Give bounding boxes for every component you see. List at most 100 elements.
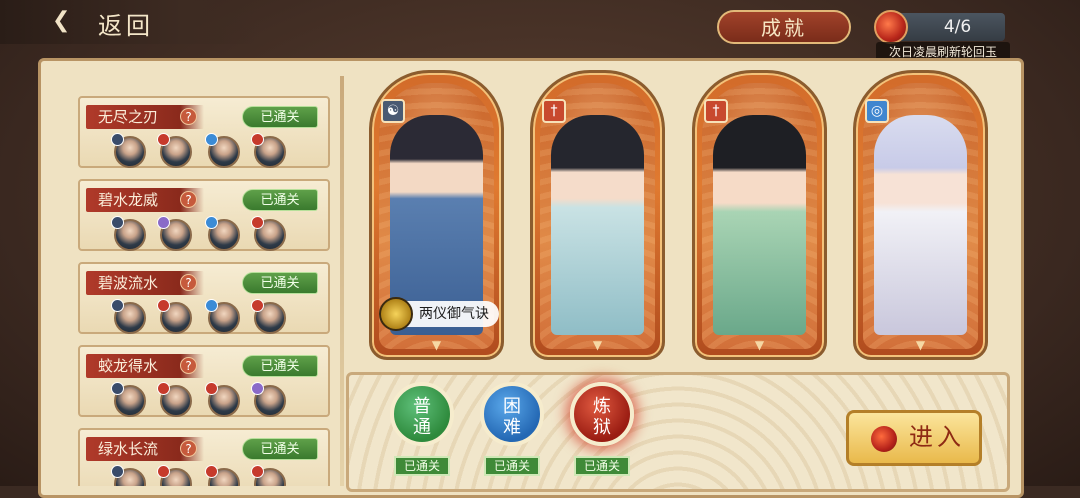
stage-lineup — [111, 465, 324, 486]
stage-cleared-badge: 已通关 — [242, 106, 318, 128]
hero-card[interactable]: ◎ ▼ — [853, 70, 988, 360]
achievement-button[interactable]: 成就 — [717, 10, 851, 44]
hero-portrait-silver-hair — [874, 115, 967, 335]
hero-avatar — [205, 133, 240, 168]
difficulty-hard-button[interactable]: 困 难 — [480, 382, 544, 446]
hero-avatar — [251, 382, 286, 417]
hero-avatar — [205, 216, 240, 251]
water-swirl-icon: ◎ — [865, 99, 889, 123]
help-icon[interactable]: ? — [180, 191, 197, 208]
help-icon[interactable]: ? — [180, 274, 197, 291]
sword-icon — [205, 382, 218, 395]
spiral-icon — [251, 382, 264, 395]
chevron-down-icon: ▼ — [431, 338, 442, 352]
difficulty-label-top: 普 — [413, 396, 431, 417]
hero-card[interactable]: † ▼ — [530, 70, 665, 360]
hero-avatar — [251, 465, 286, 486]
stage-lineup — [111, 133, 324, 168]
taiji-icon: ☯ — [381, 99, 405, 123]
taiji-icon — [111, 382, 124, 395]
stage-item[interactable]: 蛟龙得水 ? 已通关 — [78, 345, 330, 417]
sword-icon — [157, 465, 170, 478]
reincarnation-jade-icon — [871, 426, 897, 452]
hero-avatar — [157, 465, 192, 486]
back-arrow-swirl-icon[interactable]: ❮ — [52, 8, 88, 34]
skill-tag[interactable]: 两仪御气诀 — [379, 297, 499, 331]
hero-avatar — [251, 133, 286, 168]
stage-item[interactable]: 绿水长流 ? 已通关 — [78, 428, 330, 486]
skill-scroll-icon — [379, 297, 413, 331]
water-swirl-icon — [205, 216, 218, 229]
stage-lineup — [111, 216, 324, 251]
help-icon[interactable]: ? — [180, 108, 197, 125]
difficulty-cleared-badge: 已通关 — [394, 456, 450, 476]
sword-icon — [251, 216, 264, 229]
difficulty-label-bottom: 难 — [503, 417, 521, 438]
stage-lineup — [111, 299, 324, 334]
stage-item[interactable]: 碧波流水 ? 已通关 — [78, 262, 330, 334]
taiji-icon — [111, 465, 124, 478]
hero-avatar — [111, 216, 146, 251]
difficulty-cleared-badge: 已通关 — [484, 456, 540, 476]
stage-list[interactable]: 无尽之刃 ? 已通关 碧水龙威 ? 已通关 碧波流水 ? 已通关 蛟龙得水 ? … — [78, 86, 330, 486]
skill-name: 两仪御气诀 — [419, 306, 489, 322]
difficulty-normal-button[interactable]: 普 通 — [390, 382, 454, 446]
stage-cleared-badge: 已通关 — [242, 438, 318, 460]
stage-cleared-badge: 已通关 — [242, 272, 318, 294]
hero-card[interactable]: † ▼ — [692, 70, 827, 360]
water-swirl-icon — [205, 299, 218, 312]
enter-button[interactable]: 进入 — [846, 410, 982, 466]
taiji-icon — [111, 216, 124, 229]
hero-avatar — [205, 382, 240, 417]
reincarnation-jade-icon — [874, 10, 908, 44]
back-button[interactable]: ❮ 返回 — [0, 0, 260, 44]
difficulty-label-top: 炼 — [593, 396, 611, 417]
stage-lineup — [111, 382, 324, 417]
water-swirl-icon — [205, 133, 218, 146]
difficulty-label-top: 困 — [503, 396, 521, 417]
sword-icon: † — [542, 99, 566, 123]
hero-portrait-maiden — [551, 115, 644, 335]
back-label[interactable]: 返回 — [98, 6, 154, 41]
chevron-down-icon: ▼ — [754, 338, 765, 352]
taiji-icon — [111, 133, 124, 146]
sword-icon — [205, 465, 218, 478]
sword-icon — [251, 133, 264, 146]
stage-item[interactable]: 碧水龙威 ? 已通关 — [78, 179, 330, 251]
difficulty-label-bottom: 通 — [413, 417, 431, 438]
hero-card[interactable]: ☯ 两仪御气诀 ▼ — [369, 70, 504, 360]
difficulty-cleared-badge: 已通关 — [574, 456, 630, 476]
hero-avatar — [111, 465, 146, 486]
stage-cleared-badge: 已通关 — [242, 355, 318, 377]
hero-avatar — [111, 133, 146, 168]
stage-item[interactable]: 无尽之刃 ? 已通关 — [78, 96, 330, 168]
help-icon[interactable]: ? — [180, 357, 197, 374]
sword-icon — [251, 465, 264, 478]
help-icon[interactable]: ? — [180, 440, 197, 457]
hero-avatar — [251, 216, 286, 251]
panel-divider — [340, 76, 344, 486]
hero-avatar — [157, 216, 192, 251]
spiral-icon — [157, 216, 170, 229]
hero-avatar — [251, 299, 286, 334]
hero-avatar — [157, 382, 192, 417]
hero-avatar — [111, 382, 146, 417]
chevron-down-icon: ▼ — [915, 338, 926, 352]
hero-avatar — [205, 299, 240, 334]
hero-avatar — [157, 299, 192, 334]
sword-icon — [157, 382, 170, 395]
hero-avatar — [205, 465, 240, 486]
sword-icon: † — [704, 99, 728, 123]
chevron-down-icon: ▼ — [592, 338, 603, 352]
enter-label: 进入 — [909, 423, 965, 451]
sword-icon — [157, 133, 170, 146]
sword-icon — [251, 299, 264, 312]
hero-portrait-musician — [713, 115, 806, 335]
difficulty-label-bottom: 狱 — [593, 417, 611, 438]
difficulty-purgatory-button[interactable]: 炼 狱 — [570, 382, 634, 446]
stage-cleared-badge: 已通关 — [242, 189, 318, 211]
sword-icon — [157, 299, 170, 312]
hero-avatar — [157, 133, 192, 168]
hero-avatar — [111, 299, 146, 334]
taiji-icon — [111, 299, 124, 312]
